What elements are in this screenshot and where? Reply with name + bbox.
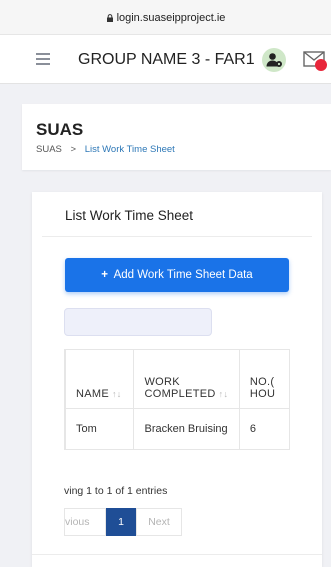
worksheet-card: List Work Time Sheet + Add Work Time She… bbox=[32, 192, 322, 567]
previous-page-button[interactable]: vious bbox=[64, 508, 106, 536]
app-header: GROUP NAME 3 - FAR1 bbox=[0, 35, 331, 84]
page-1-button[interactable]: 1 bbox=[106, 508, 136, 536]
entries-info: ving 1 to 1 of 1 entries bbox=[64, 485, 168, 497]
url-display[interactable]: login.suaseipproject.ie bbox=[0, 12, 331, 24]
breadcrumb-separator: > bbox=[70, 144, 77, 155]
url-text: login.suaseipproject.ie bbox=[116, 12, 226, 24]
cell-no-hours: 6 bbox=[238, 408, 290, 450]
hamburger-menu-icon[interactable] bbox=[36, 53, 50, 65]
sort-icon: ↑↓ bbox=[218, 389, 229, 399]
column-header-name[interactable]: NAME ↑↓ bbox=[64, 349, 135, 409]
plus-icon: + bbox=[101, 269, 108, 281]
add-work-time-sheet-button[interactable]: + Add Work Time Sheet Data bbox=[65, 258, 289, 292]
breadcrumb-root[interactable]: SUAS bbox=[36, 144, 62, 155]
column-header-work-completed[interactable]: WORK COMPLETED ↑↓ bbox=[133, 349, 240, 409]
search-input[interactable] bbox=[64, 308, 212, 336]
worksheet-table: NAME ↑↓ WORK COMPLETED ↑↓ NO.( HOU Tom Bra… bbox=[64, 349, 290, 461]
lock-icon bbox=[106, 14, 113, 22]
cell-name: Tom bbox=[64, 408, 135, 450]
breadcrumb: SUAS > List Work Time Sheet bbox=[36, 144, 175, 155]
page-title: SUAS bbox=[36, 120, 84, 139]
next-page-button[interactable]: Next bbox=[136, 508, 182, 536]
breadcrumb-current[interactable]: List Work Time Sheet bbox=[85, 144, 175, 155]
add-button-label: Add Work Time Sheet Data bbox=[113, 269, 253, 281]
card-footer-strip bbox=[32, 554, 322, 567]
page-header: SUAS SUAS > List Work Time Sheet bbox=[22, 104, 331, 170]
notification-badge bbox=[315, 59, 327, 71]
card-title: List Work Time Sheet bbox=[65, 208, 194, 223]
browser-url-bar[interactable]: login.suaseipproject.ie bbox=[0, 0, 331, 35]
group-name-title: GROUP NAME 3 - FAR1 bbox=[78, 51, 255, 68]
user-settings-icon[interactable] bbox=[262, 48, 286, 72]
table-row[interactable]: Tom Bracken Bruising 6 bbox=[64, 408, 290, 450]
cell-work-completed: Bracken Bruising bbox=[133, 408, 240, 450]
card-divider bbox=[42, 236, 312, 237]
column-header-no-hours[interactable]: NO.( HOU bbox=[238, 349, 290, 409]
table-header-row: NAME ↑↓ WORK COMPLETED ↑↓ NO.( HOU bbox=[64, 349, 290, 409]
pagination: vious 1 Next bbox=[64, 508, 182, 536]
sort-icon: ↑↓ bbox=[111, 389, 122, 399]
